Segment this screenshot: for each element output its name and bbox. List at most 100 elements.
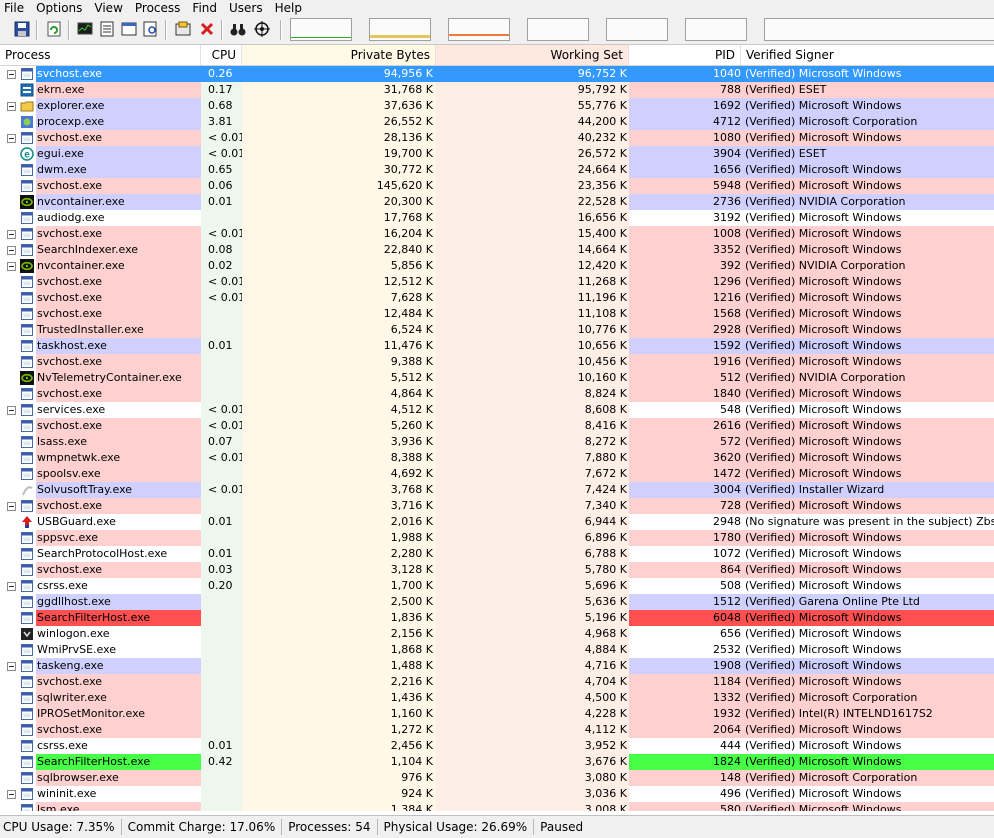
collapse-toggle[interactable] [7,230,16,239]
cpu-graph[interactable] [290,18,352,41]
header-working-set[interactable]: Working Set [436,45,629,65]
process-row[interactable]: SearchFilterHost.exe 0.42 1,104 K 3,676 K 18… [0,754,994,770]
gpu-graph[interactable] [685,18,747,41]
process-row[interactable]: ggdllhost.exe 2,500 K 5,636 K 1512 (Verified… [0,594,994,610]
process-row[interactable]: ekrn.exe 0.17 31,768 K 95,792 K 788 (Verified… [0,82,994,98]
verified-signer-value: (Verified) NVIDIA Corporation [741,258,994,274]
process-row[interactable]: sqlbrowser.exe 976 K 3,080 K 148 (Verified) … [0,770,994,786]
header-process[interactable]: Process [0,45,201,65]
menu-users[interactable]: Users [223,0,269,16]
nvidia-icon [20,371,34,385]
header-verified-signer[interactable]: Verified Signer [741,45,994,65]
process-row[interactable]: svchost.exe < 0.01 28,136 K 40,232 K 1080 (Ve… [0,130,994,146]
private-bytes-value: 30,772 K [242,162,436,178]
process-row[interactable]: TrustedInstaller.exe 6,524 K 10,776 K 2928(… [0,322,994,338]
menu-view[interactable]: View [88,0,128,16]
process-row[interactable]: svchost.exe 9,388 K 10,456 K 1916 (Verified)… [0,354,994,370]
process-row[interactable]: dwm.exe 0.65 30,772 K 24,664 K 1656 (Verified… [0,162,994,178]
collapse-toggle[interactable] [7,406,16,415]
process-row[interactable]: explorer.exe 0.68 37,636 K 55,776 K 1692 (Ver… [0,98,994,114]
process-row[interactable]: svchost.exe < 0.01 7,628 K 11,196 K 1216 (Ver… [0,290,994,306]
process-row[interactable]: wmpnetwk.exe < 0.01 8,388 K 7,880 K 3620 (Ver… [0,450,994,466]
status-bar: CPU Usage: 7.35% Commit Charge: 17.06% P… [0,815,994,838]
header-private-bytes[interactable]: Private Bytes [242,45,436,65]
process-row[interactable]: svchost.exe 2,216 K 4,704 K 1184 (Verified) … [0,674,994,690]
process-row[interactable]: svchost.exe 0.06 145,620 K 23,356 K 5948 (Ver… [0,178,994,194]
menu-file[interactable]: File [0,0,30,16]
menu-options[interactable]: Options [30,0,88,16]
process-row[interactable]: SearchFilterHost.exe 1,836 K 5,196 K 6048 (V… [0,610,994,626]
kill-process-icon[interactable] [197,19,217,39]
process-row[interactable]: SearchIndexer.exe 0.08 22,840 K 14,664 K 335… [0,242,994,258]
process-row[interactable]: csrss.exe 0.20 1,700 K 5,696 K 508 (Verified)… [0,578,994,594]
process-row[interactable]: services.exe < 0.01 4,512 K 8,608 K 548 (Veri… [0,402,994,418]
menu-help[interactable]: Help [269,0,308,16]
menu-process[interactable]: Process [129,0,187,16]
save-icon[interactable] [12,19,32,39]
collapse-toggle[interactable] [7,134,16,143]
process-row[interactable]: svchost.exe < 0.01 12,512 K 11,268 K 1296 (Ve… [0,274,994,290]
process-row[interactable]: svchost.exe 4,864 K 8,824 K 1840 (Verified) … [0,386,994,402]
process-row[interactable]: svchost.exe < 0.01 16,204 K 15,400 K 1008 (Ve… [0,226,994,242]
system-info-icon[interactable] [75,19,95,39]
target-icon[interactable] [252,19,272,39]
process-row[interactable]: svchost.exe 0.26 94,956 K 96,752 K 1040 (Veri… [0,66,994,82]
process-row[interactable]: svchost.exe < 0.01 5,260 K 8,416 K 2616 (Veri… [0,418,994,434]
process-row[interactable]: sqlwriter.exe 1,436 K 4,500 K 1332 (Verified… [0,690,994,706]
process-row[interactable]: wininit.exe 924 K 3,036 K 496 (Verified) Mic… [0,786,994,802]
process-cell: svchost.exe [0,562,201,578]
commit-graph[interactable] [369,18,431,41]
private-bytes-value: 22,840 K [242,242,436,258]
process-row[interactable]: procexp.exe 3.81 26,552 K 44,200 K 4712 (Veri… [0,114,994,130]
window-icon[interactable] [119,19,139,39]
service-window-icon [20,211,34,225]
process-row[interactable]: nvcontainer.exe 0.01 20,300 K 22,528 K 2736(… [0,194,994,210]
collapse-toggle[interactable] [7,102,16,111]
io-graph[interactable] [448,18,510,41]
process-row[interactable]: svchost.exe 12,484 K 11,108 K 1568 (Verified… [0,306,994,322]
cpu-value: 0.07 [201,434,242,450]
collapse-toggle[interactable] [7,246,16,255]
process-row[interactable]: SearchProtocolHost.exe 0.01 2,280 K 6,788 K… [0,546,994,562]
header-pid[interactable]: PID [629,45,741,65]
handles-icon[interactable] [173,19,193,39]
collapse-toggle[interactable] [7,262,16,271]
process-row[interactable]: svchost.exe 0.03 3,128 K 5,780 K 864 (Verifie… [0,562,994,578]
process-row[interactable]: taskhost.exe 0.01 11,476 K 10,656 K 1592 (Ver… [0,338,994,354]
process-row[interactable]: e egui.exe < 0.01 19,700 K 26,572 K 3904 (Veri… [0,146,994,162]
process-row[interactable]: nvcontainer.exe 0.02 5,856 K 12,420 K 392 (Ve… [0,258,994,274]
process-row[interactable]: csrss.exe 0.01 2,456 K 3,952 K 444 (Verified)… [0,738,994,754]
find-window-icon[interactable] [141,19,161,39]
process-row[interactable]: sppsvc.exe 1,988 K 6,896 K 1780 (Verified) M… [0,530,994,546]
service-window-icon [20,691,34,705]
process-row[interactable]: lsm.exe 1,384 K 3,008 K 580 (Verified) Micro… [0,802,994,811]
collapse-toggle[interactable] [7,790,16,799]
disk-graph[interactable] [606,18,668,41]
properties-icon[interactable] [97,19,117,39]
collapse-toggle[interactable] [7,582,16,591]
collapse-toggle[interactable] [7,502,16,511]
network-graph[interactable] [527,18,589,41]
process-row[interactable]: svchost.exe 1,272 K 4,112 K 2064 (Verified) … [0,722,994,738]
process-row[interactable]: NvTelemetryContainer.exe 5,512 K 10,160 K5… [0,370,994,386]
process-row[interactable]: taskeng.exe 1,488 K 4,716 K 1908 (Verified) … [0,658,994,674]
pid-value: 2532 [713,643,741,656]
collapse-toggle[interactable] [7,70,16,79]
process-row[interactable]: winlogon.exe 2,156 K 4,968 K 656 (Verified) … [0,626,994,642]
collapse-toggle[interactable] [7,662,16,671]
refresh-icon[interactable] [44,19,64,39]
process-row[interactable]: svchost.exe 3,716 K 7,340 K 728 (Verified) M… [0,498,994,514]
process-row[interactable]: USBGuard.exe 0.01 2,016 K 6,944 K 2948 (No si… [0,514,994,530]
process-cell: services.exe [0,402,201,418]
process-row[interactable]: spoolsv.exe 4,692 K 7,672 K 1472 (Verified) … [0,466,994,482]
process-row[interactable]: audiodg.exe 17,768 K 16,656 K 3192 (Verified… [0,210,994,226]
header-cpu[interactable]: CPU [201,45,242,65]
working-set-value: 4,968 K [436,626,629,642]
process-row[interactable]: IPROSetMonitor.exe 1,160 K 4,228 K 1932 (Ver… [0,706,994,722]
process-row[interactable]: WmiPrvSE.exe 1,868 K 4,884 K 2532 (Verified)… [0,642,994,658]
find-handle-icon[interactable] [228,19,248,39]
verified-signer-value: (Verified) Microsoft Windows [741,242,994,258]
process-row[interactable]: SolvusoftTray.exe < 0.01 3,768 K 7,424 K 300… [0,482,994,498]
menu-find[interactable]: Find [186,0,223,16]
process-row[interactable]: lsass.exe 0.07 3,936 K 8,272 K 572 (Verified)… [0,434,994,450]
